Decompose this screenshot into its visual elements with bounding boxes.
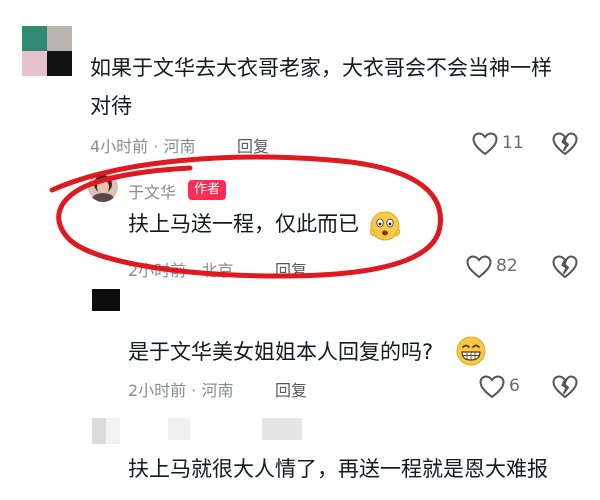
comment-1-like-count: 11 xyxy=(502,133,524,153)
surprised-face-emoji xyxy=(368,210,402,246)
comment-1-text-line1: 如果于文华去大衣哥老家，大衣哥会不会当神一样 xyxy=(90,56,552,80)
comment-4-avatar[interactable] xyxy=(92,418,120,444)
heart-icon[interactable] xyxy=(472,132,498,156)
comment-3-like-count: 6 xyxy=(509,376,520,396)
comment-2-text: 扶上马送一程，仅此而已 xyxy=(128,212,359,236)
heart-icon[interactable] xyxy=(479,375,505,399)
comment-2-username[interactable]: 于文华 xyxy=(128,179,176,203)
comment-2-time-location: 2小时前 · 北京 xyxy=(128,261,234,280)
comment-1-time-location: 4小时前 · 河南 xyxy=(90,137,196,156)
comment-2-reply-button[interactable]: 回复 xyxy=(275,257,307,281)
broken-heart-icon[interactable] xyxy=(552,132,578,156)
broken-heart-icon[interactable] xyxy=(552,375,578,399)
comment-1-text-line2: 对待 xyxy=(90,94,132,118)
comment-1-avatar[interactable] xyxy=(22,26,72,76)
comment-1-reply-button[interactable]: 回复 xyxy=(237,133,269,157)
comment-2-like-count: 82 xyxy=(496,256,518,276)
comment-4-mosaic-blur xyxy=(168,418,190,440)
comment-2-avatar[interactable] xyxy=(88,172,118,202)
comment-4-mosaic-blur xyxy=(262,418,302,440)
comment-3-text: 是于文华美女姐姐本人回复的吗? xyxy=(128,340,434,364)
heart-icon[interactable] xyxy=(466,255,492,279)
comment-3-reply-button[interactable]: 回复 xyxy=(275,377,307,401)
comment-4-text: 扶上马就很大人情了，再送一程就是恩大难报 xyxy=(128,457,548,481)
broken-heart-icon[interactable] xyxy=(552,255,578,279)
author-badge: 作者 xyxy=(188,180,227,200)
grinning-face-emoji xyxy=(455,335,487,371)
comment-3-avatar[interactable] xyxy=(92,289,120,311)
comment-3-time-location: 2小时前 · 河南 xyxy=(128,381,234,400)
